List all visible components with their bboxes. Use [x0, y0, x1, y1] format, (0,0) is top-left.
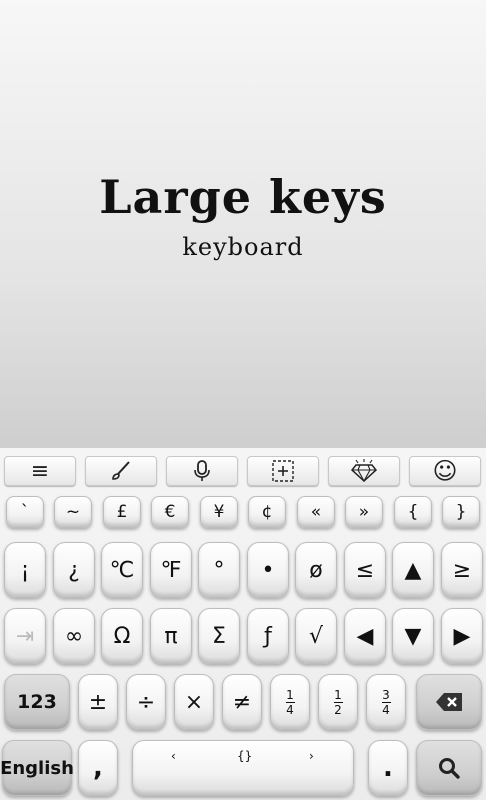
fraction-denominator: 4: [286, 702, 294, 717]
space-right-marker: ›: [309, 749, 314, 763]
keyboard: ≡ ☺ ` ~ £ € ¥ ¢ « » {} ¡ ¿ ℃ ℉ ° • ø ≤ …: [0, 446, 486, 800]
key-left-arrow[interactable]: ◀: [344, 608, 386, 664]
menu-icon: ≡: [30, 458, 50, 484]
key-multiply[interactable]: ×: [174, 674, 214, 730]
diamond-icon: [350, 459, 378, 483]
space-brace-marker: {}: [237, 749, 253, 763]
key-right-brace[interactable]: }: [442, 496, 480, 528]
fraction-numerator: 1: [286, 687, 294, 702]
key-inverted-exclamation[interactable]: ¡: [4, 542, 46, 598]
fraction-denominator: 2: [334, 702, 342, 717]
keyboard-toolbar: ≡ ☺: [0, 452, 486, 486]
key-less-equal[interactable]: ≤: [344, 542, 386, 598]
number-pad-icon: [272, 460, 294, 482]
fraction-denominator: 4: [382, 702, 390, 717]
voice-input-button[interactable]: [166, 456, 238, 486]
key-pound[interactable]: £: [103, 496, 141, 528]
emoji-button[interactable]: ☺: [409, 456, 481, 486]
key-celsius[interactable]: ℃: [101, 542, 143, 598]
key-backspace[interactable]: [416, 674, 482, 730]
key-left-guillemet[interactable]: «: [297, 496, 335, 528]
theme-button[interactable]: [85, 456, 157, 486]
key-not-equal[interactable]: ≠: [222, 674, 262, 730]
key-comma[interactable]: ,: [78, 740, 118, 796]
fraction-one-half: 1 2: [333, 687, 343, 717]
key-one-half[interactable]: 1 2: [318, 674, 358, 730]
key-right-arrow[interactable]: ▶: [441, 608, 483, 664]
key-tilde[interactable]: ~: [54, 496, 92, 528]
emoji-icon: ☺: [432, 457, 458, 485]
key-space[interactable]: ‹ {} ›: [132, 740, 354, 796]
key-fahrenheit[interactable]: ℉: [150, 542, 192, 598]
fraction-one-quarter: 1 4: [285, 687, 295, 717]
key-o-slash[interactable]: ø: [295, 542, 337, 598]
key-euro[interactable]: €: [151, 496, 189, 528]
key-cent[interactable]: ¢: [248, 496, 286, 528]
key-bullet[interactable]: •: [247, 542, 289, 598]
fraction-numerator: 3: [382, 687, 390, 702]
key-omega[interactable]: Ω: [101, 608, 143, 664]
key-degree[interactable]: °: [198, 542, 240, 598]
key-language[interactable]: English: [0, 740, 74, 796]
fraction-three-quarters: 3 4: [381, 687, 391, 717]
key-yen[interactable]: ¥: [200, 496, 238, 528]
fraction-numerator: 1: [334, 687, 342, 702]
key-infinity[interactable]: ∞: [53, 608, 95, 664]
key-inverted-question[interactable]: ¿: [53, 542, 95, 598]
key-greater-equal[interactable]: ≥: [441, 542, 483, 598]
header-banner: Large keys keyboard: [0, 0, 486, 446]
search-icon: [439, 758, 460, 779]
key-three-quarters[interactable]: 3 4: [366, 674, 406, 730]
key-florin[interactable]: ƒ: [247, 608, 289, 664]
key-square-root[interactable]: √: [295, 608, 337, 664]
key-search[interactable]: [416, 740, 482, 796]
key-left-brace[interactable]: {: [394, 496, 432, 528]
key-period[interactable]: .: [368, 740, 408, 796]
space-left-marker: ‹: [171, 749, 176, 763]
brush-icon: [112, 461, 130, 480]
app-subtitle: keyboard: [182, 233, 304, 261]
key-plus-minus[interactable]: ±: [78, 674, 118, 730]
key-right-guillemet[interactable]: »: [345, 496, 383, 528]
key-one-quarter[interactable]: 1 4: [270, 674, 310, 730]
key-divide[interactable]: ÷: [126, 674, 166, 730]
backspace-icon: [436, 693, 462, 711]
key-down-arrow[interactable]: ▼: [392, 608, 434, 664]
key-up-arrow[interactable]: ▲: [392, 542, 434, 598]
number-pad-button[interactable]: [247, 456, 319, 486]
microphone-icon: [194, 460, 210, 481]
key-number-mode[interactable]: 123: [4, 674, 70, 730]
app-title: Large keys: [99, 170, 387, 224]
key-pi[interactable]: π: [150, 608, 192, 664]
key-sigma[interactable]: Σ: [198, 608, 240, 664]
premium-button[interactable]: [328, 456, 400, 486]
key-backtick[interactable]: `: [6, 496, 44, 528]
key-tab[interactable]: ⇥: [4, 608, 46, 664]
menu-button[interactable]: ≡: [4, 456, 76, 486]
